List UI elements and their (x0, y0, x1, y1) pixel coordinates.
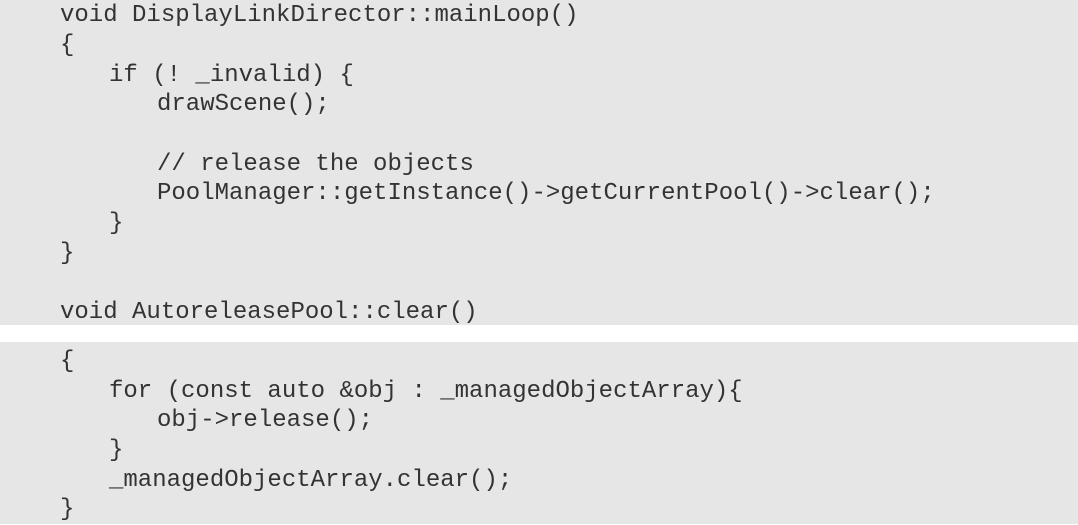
code-block-autorelease-clear: { for (const auto &obj : _managedObjectA… (0, 342, 1078, 524)
code-line: } (60, 496, 75, 523)
code-line: for (const auto &obj : _managedObjectArr… (109, 378, 743, 405)
code-line: void AutoreleasePool::clear() (60, 299, 478, 326)
code-line: if (! _invalid) { (109, 62, 354, 89)
code-comment: // release the objects (157, 151, 474, 178)
code-line: void DisplayLinkDirector::mainLoop() (60, 2, 579, 29)
code-line: { (60, 32, 75, 59)
code-block-main-loop: void DisplayLinkDirector::mainLoop() { i… (0, 0, 1078, 326)
code-line: { (60, 348, 75, 375)
code-line: } (60, 240, 75, 267)
code-line: } (109, 437, 124, 464)
code-line: } (109, 210, 124, 237)
code-line: PoolManager::getInstance()->getCurrentPo… (157, 180, 935, 207)
code-line: obj->release(); (157, 407, 374, 434)
code-line: _managedObjectArray.clear(); (109, 467, 513, 494)
code-line: drawScene(); (157, 91, 330, 118)
